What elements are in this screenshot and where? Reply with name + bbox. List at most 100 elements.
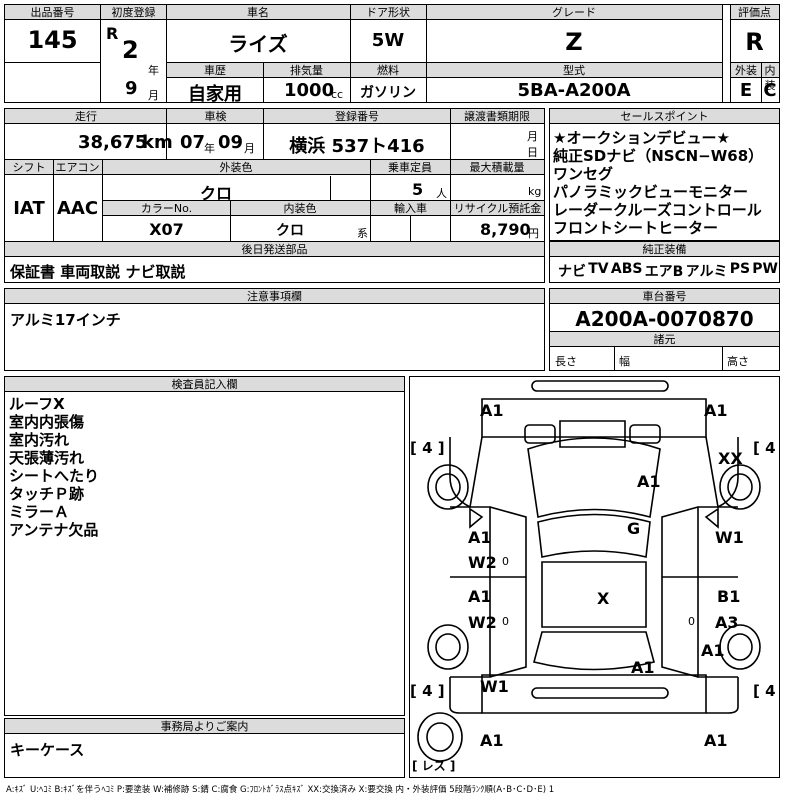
transfer-day: 日 xyxy=(527,146,538,159)
mileage-header: 走行 xyxy=(5,109,167,124)
capacity: 5 xyxy=(412,180,424,199)
inspector-item: 天張薄汚れ xyxy=(9,449,85,467)
history-header: 車歴 xyxy=(167,63,263,78)
equipment-item: PW xyxy=(752,261,778,277)
equipment-header: 純正装備 xyxy=(550,242,779,257)
sales-point: パノラミックビューモニター xyxy=(553,183,749,201)
capacity-header: 乗車定員 xyxy=(370,160,450,175)
equipment-item: ABS xyxy=(610,261,643,277)
sales-points-list: ★オークションデビュー★ 純正SDナビ（NSCN−W68） ワンセグ パノラミッ… xyxy=(553,129,778,237)
int-header: 内装 xyxy=(761,63,779,92)
score: R xyxy=(745,28,764,56)
mark-zero-3: 0 xyxy=(688,615,695,628)
color-no-header: カラーNo. xyxy=(103,201,230,216)
mark-right-rear-door-1: B1 xyxy=(717,587,741,606)
damage-diagram: [ 4 ] [ 4 [ 4 ] [ 4 [ レス ] A1 A1 XX A1 G… xyxy=(409,376,780,778)
door-header: ドア形状 xyxy=(350,5,426,20)
equipment-list: ナビ TV ABS エアB アルミ PS PW xyxy=(558,261,778,281)
inspector-item: ミラーＡ xyxy=(9,503,70,521)
docs-header: 後日発送部品 xyxy=(5,242,544,257)
registration-number: 横浜 537ト416 xyxy=(289,136,425,157)
sales-point: 純正SDナビ（NSCN−W68） xyxy=(553,147,764,165)
mark-left-rear-fender: W1 xyxy=(480,677,509,696)
mark-left-front-door-1: A1 xyxy=(468,528,492,547)
int-color: クロ xyxy=(276,223,304,239)
mark-rear-right: A1 xyxy=(704,731,728,750)
equipment-item: PS xyxy=(729,261,751,277)
inspector-list: ルーフX 室内内張傷 室内汚れ 天張薄汚れ シートへたり タッチＰ跡 ミラーＡ … xyxy=(9,395,99,539)
first-reg-header: 初度登録 xyxy=(101,5,166,20)
model-header: 型式 xyxy=(426,63,722,78)
transfer-header: 譲渡書類期限 xyxy=(450,109,544,124)
first-reg-year: 2 xyxy=(122,36,139,64)
inspection-month: 09 xyxy=(218,132,244,153)
mark-windshield: G xyxy=(627,519,641,538)
notes-value: アルミ17インチ xyxy=(10,311,121,329)
grade: Z xyxy=(565,28,583,56)
office-header: 事務局よりご案内 xyxy=(5,719,404,734)
sales-point: ワンセグ xyxy=(553,165,614,183)
inspection-year-unit: 年 xyxy=(204,142,215,155)
equipment-item: ナビ xyxy=(558,264,586,280)
registration-header: 登録番号 xyxy=(264,109,450,124)
month-unit: 月 xyxy=(148,89,159,102)
fuel: ガソリン xyxy=(360,85,416,101)
inspector-item: アンテナ欠品 xyxy=(9,521,99,539)
sales-point: レーダークルーズコントロール xyxy=(553,201,762,219)
shift-header: シフト xyxy=(5,160,53,175)
ac: AAC xyxy=(56,198,99,219)
mark-hood: A1 xyxy=(637,472,661,491)
equipment-item: エアB xyxy=(644,264,684,280)
fuel-header: 燃料 xyxy=(350,63,426,78)
int-score: C xyxy=(763,80,777,101)
ext-score: E xyxy=(739,80,753,101)
inspection-month-unit: 月 xyxy=(244,142,255,155)
grade-header: グレード xyxy=(426,5,722,20)
height-label: 高さ xyxy=(727,355,749,368)
lot-number: 145 xyxy=(27,26,78,54)
mark-roof: X xyxy=(597,589,610,608)
tire-rear-right: [ 4 xyxy=(753,682,776,700)
displacement-header: 排気量 xyxy=(263,63,350,78)
equipment-item: アルミ xyxy=(685,264,728,280)
spare-tire-label: [ レス ] xyxy=(412,759,456,773)
inspection-year: 07 xyxy=(180,132,206,153)
color-no: X07 xyxy=(149,220,184,239)
car-outline xyxy=(417,380,761,762)
recycle-header: リサイクル預託金 xyxy=(451,201,544,216)
docs-value: 保証書 車両取説 ナビ取説 xyxy=(10,263,186,281)
ext-header: 外装 xyxy=(731,63,761,78)
inspector-header: 検査員記入欄 xyxy=(5,377,404,392)
mark-front-right: A1 xyxy=(704,401,728,420)
import-header: 輸入車 xyxy=(371,201,450,216)
spec-header: 諸元 xyxy=(550,332,779,347)
transfer-month: 月 xyxy=(527,130,538,143)
mark-front-right-fender: XX xyxy=(718,449,743,468)
capacity-unit: 人 xyxy=(436,187,447,200)
sales-point: ★オークションデビュー★ xyxy=(553,129,730,147)
mark-left-rear-door-2: W2 xyxy=(468,613,497,632)
mark-rear-left: A1 xyxy=(480,731,504,750)
lot-header: 出品番号 xyxy=(5,5,100,20)
equipment-item: TV xyxy=(588,261,609,277)
mark-front-left: A1 xyxy=(480,401,504,420)
mark-right-rear-fender: A1 xyxy=(701,641,725,660)
displacement-unit: cc xyxy=(331,88,344,101)
inspection-header: 車検 xyxy=(167,109,264,124)
int-color-header: 内装色 xyxy=(230,201,370,216)
mark-right-front-door: W1 xyxy=(715,528,744,547)
first-reg-month: 9 xyxy=(125,78,138,99)
mark-zero-1: 0 xyxy=(502,555,509,568)
shift: IAT xyxy=(13,198,45,219)
notes-header: 注意事項欄 xyxy=(5,289,544,304)
sales-point: フロントシートヒーター xyxy=(553,219,719,237)
chassis-number: A200A-0070870 xyxy=(575,307,754,331)
model: 5BA-A200A xyxy=(517,80,631,101)
recycle-fee: 8,790 xyxy=(480,220,531,239)
inspector-item: シートへたり xyxy=(9,467,100,485)
mark-right-rear-door-2: A3 xyxy=(715,613,739,632)
int-color-unit: 系 xyxy=(357,227,368,240)
tire-front-left: [ 4 ] xyxy=(410,439,445,457)
era: R xyxy=(106,24,119,43)
displacement: 1000 xyxy=(284,80,335,101)
